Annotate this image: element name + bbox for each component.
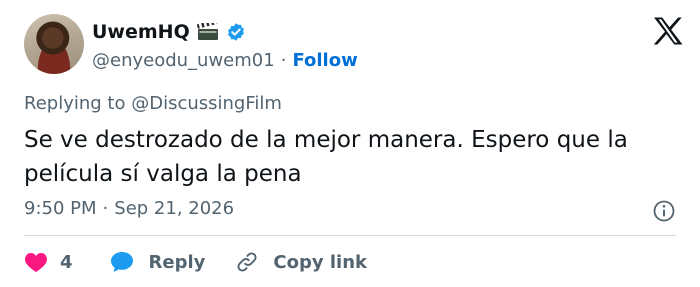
reply-label: Reply (148, 251, 206, 273)
link-icon (237, 252, 257, 272)
info-icon[interactable] (652, 199, 676, 223)
handle-separator: · (280, 49, 287, 71)
divider (24, 235, 676, 236)
follow-button[interactable]: Follow (292, 50, 357, 71)
avatar[interactable] (24, 14, 84, 74)
reply-mention-link[interactable]: @DiscussingFilm (131, 93, 282, 114)
tweet-date: Sep 21, 2026 (114, 198, 235, 219)
clapper-board-icon (196, 23, 219, 41)
action-bar: 4 Reply Copy link (24, 247, 367, 277)
copy-link-button[interactable]: Copy link (235, 250, 367, 274)
tweet-header: UwemHQ @enyeodu_uwem01 · Follow (24, 14, 684, 78)
reply-button[interactable]: Reply (109, 250, 236, 274)
author-display-name[interactable]: UwemHQ (92, 21, 190, 43)
reply-bubble-icon (110, 252, 133, 272)
x-logo-icon[interactable] (652, 16, 684, 46)
verified-badge-icon (226, 22, 246, 42)
tweet-text: Se ve destrozado de la mejor manera. Esp… (24, 127, 628, 187)
copy-link-label: Copy link (273, 251, 367, 273)
tweet-time: 9:50 PM (24, 198, 97, 219)
heart-icon (25, 253, 47, 272)
tweet-timestamp[interactable]: 9:50 PM · Sep 21, 2026 (24, 198, 234, 219)
author-name-row: UwemHQ (92, 19, 246, 45)
reply-context: Replying to @DiscussingFilm (24, 93, 282, 114)
like-button[interactable]: 4 (24, 251, 109, 273)
like-count: 4 (60, 251, 73, 273)
author-handle-row: @enyeodu_uwem01 · Follow (92, 48, 358, 72)
reply-context-prefix: Replying to (24, 93, 126, 114)
timestamp-separator: · (102, 198, 109, 219)
author-handle[interactable]: @enyeodu_uwem01 (92, 50, 275, 71)
